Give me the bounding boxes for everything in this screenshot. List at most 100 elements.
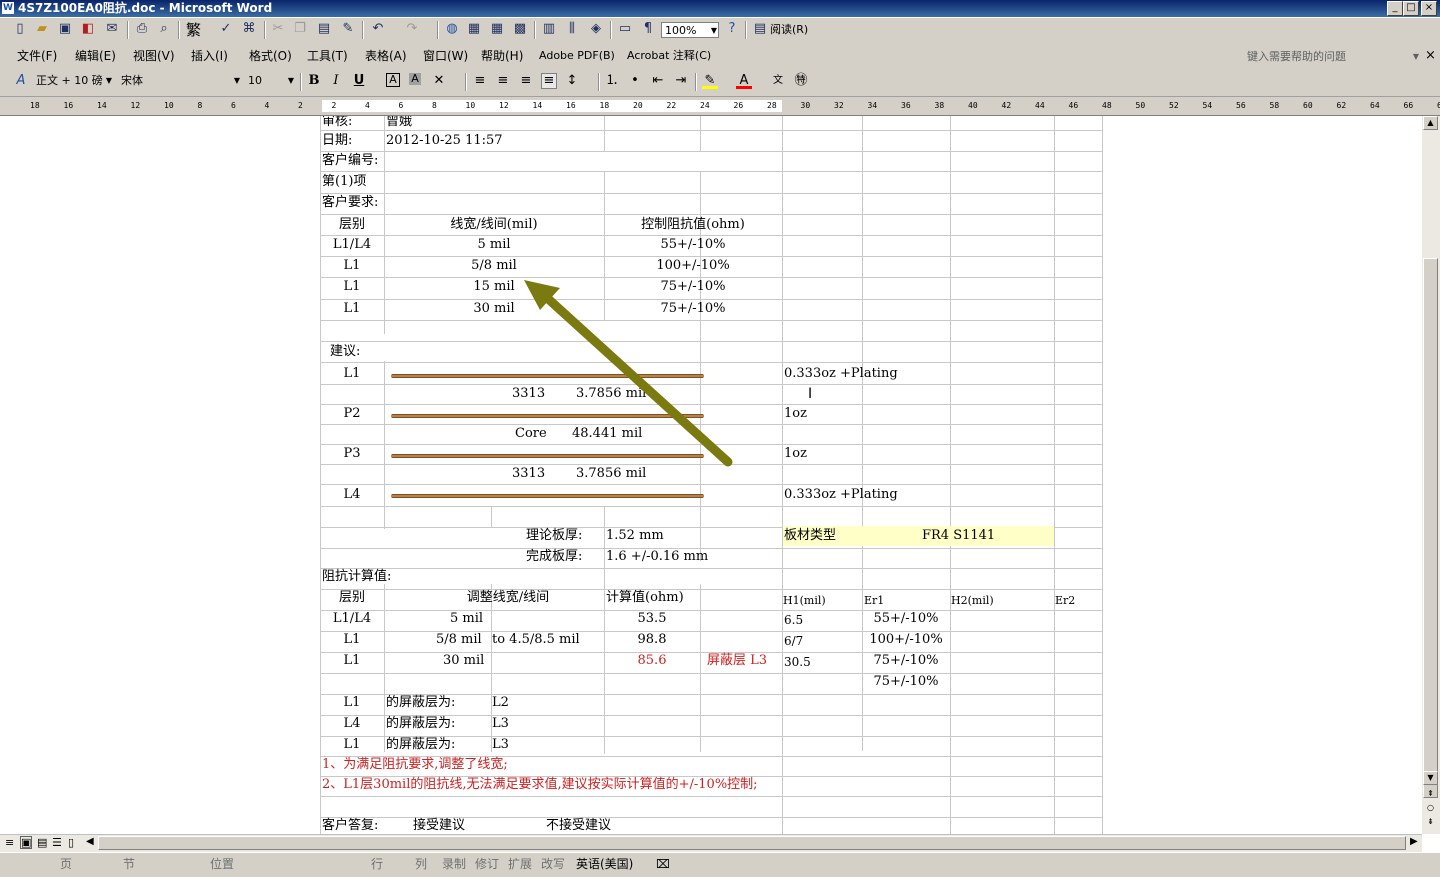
menu-edit[interactable]: 编辑(E) bbox=[75, 44, 116, 68]
reading-layout-button[interactable]: 阅读(R) bbox=[770, 21, 808, 39]
restore-button[interactable]: □ bbox=[1403, 1, 1419, 16]
open-folder-icon[interactable]: ▰ bbox=[34, 21, 50, 37]
italic-button[interactable]: I bbox=[328, 73, 344, 89]
menu-view[interactable]: 视图(V) bbox=[133, 44, 175, 68]
ruler-tick-label: 26 bbox=[733, 101, 744, 110]
align-right-icon[interactable]: ≡ bbox=[518, 73, 534, 89]
paste-icon[interactable]: ▤ bbox=[316, 21, 332, 37]
show-hide-icon[interactable]: ▭ bbox=[617, 21, 633, 37]
copy-icon[interactable]: ❐ bbox=[292, 21, 308, 37]
help-icon[interactable]: ? bbox=[724, 21, 740, 37]
document-map-icon[interactable]: ◈ bbox=[588, 21, 604, 37]
ruler-tick-label: 2 bbox=[331, 101, 337, 110]
print-preview-icon[interactable]: ⌕ bbox=[156, 21, 172, 37]
undo-icon[interactable]: ↶ bbox=[370, 21, 386, 37]
enclose-characters-icon[interactable]: ㊕ bbox=[793, 73, 809, 89]
research-icon[interactable]: ⌘ bbox=[241, 21, 257, 37]
next-page-icon[interactable]: ⇟ bbox=[1423, 816, 1438, 830]
ruler-tick-label: 4 bbox=[365, 101, 370, 110]
status-bar: 页 节 位置 行 列 录制 修订 扩展 改写 英语(美国) ⌧ bbox=[0, 852, 1440, 877]
font-combo[interactable]: 宋体 ▼ bbox=[117, 72, 242, 88]
spelling-status-icon[interactable]: ⌧ bbox=[656, 855, 670, 873]
columns-icon[interactable]: ▥ bbox=[541, 21, 557, 37]
scroll-down-icon[interactable]: ▼ bbox=[1423, 771, 1438, 785]
character-border-icon[interactable]: A bbox=[386, 73, 400, 87]
character-shading-icon[interactable]: A bbox=[409, 73, 421, 85]
align-left-icon[interactable]: ≡ bbox=[472, 73, 488, 89]
zoom-combo[interactable]: 100% ▼ bbox=[661, 22, 719, 38]
permission-icon[interactable]: ◧ bbox=[80, 21, 96, 37]
font-size-combo[interactable]: 10 ▼ bbox=[244, 72, 296, 88]
menu-acrobat-comments[interactable]: Acrobat 注释(C) bbox=[627, 44, 711, 68]
reading-view-icon[interactable]: ▯ bbox=[68, 836, 74, 849]
style-combo[interactable]: 正文 + 10 磅 ▼ bbox=[32, 72, 114, 88]
browse-object-icon[interactable]: ○ bbox=[1423, 802, 1438, 816]
bold-button[interactable]: B bbox=[306, 73, 322, 89]
insert-excel-icon[interactable]: ▩ bbox=[512, 21, 528, 37]
styles-icon[interactable]: A bbox=[13, 73, 29, 89]
menu-adobe-pdf[interactable]: Adobe PDF(B) bbox=[539, 44, 615, 68]
vertical-scrollbar[interactable]: ▲ ▼ ⇞ ○ ⇟ bbox=[1422, 116, 1440, 834]
scroll-left-icon[interactable]: ◀ bbox=[86, 836, 94, 847]
align-center-icon[interactable]: ≡ bbox=[495, 73, 511, 89]
menu-tools[interactable]: 工具(T) bbox=[307, 44, 348, 68]
scale-characters-icon[interactable]: ✕ bbox=[431, 73, 447, 89]
outline-view-icon[interactable]: ☰ bbox=[52, 836, 62, 849]
status-track-changes[interactable]: 修订 bbox=[475, 855, 499, 873]
hyperlink-icon[interactable]: ◍ bbox=[444, 21, 460, 37]
menu-help[interactable]: 帮助(H) bbox=[481, 44, 523, 68]
title-bar: W 4S7Z100EA0阻抗.doc - Microsoft Word _ □ … bbox=[0, 0, 1440, 17]
menu-table[interactable]: 表格(A) bbox=[365, 44, 407, 68]
scroll-up-icon[interactable]: ▲ bbox=[1423, 116, 1438, 130]
ruler-tick-label: 22 bbox=[666, 101, 677, 110]
close-button[interactable]: × bbox=[1421, 1, 1437, 16]
print-layout-icon[interactable]: ▤ bbox=[37, 836, 47, 849]
font-color-icon[interactable]: A bbox=[736, 73, 752, 89]
underline-button[interactable]: U bbox=[351, 73, 367, 89]
bullets-icon[interactable]: • bbox=[627, 73, 643, 89]
line-spacing-icon[interactable]: ↕ bbox=[564, 73, 580, 89]
drawing-icon[interactable]: ⫼ bbox=[564, 21, 580, 37]
justify-icon[interactable]: ≡ bbox=[541, 73, 557, 89]
format-painter-icon[interactable]: ✎ bbox=[340, 21, 356, 37]
new-document-icon[interactable]: ▯ bbox=[12, 21, 28, 37]
spelling-icon[interactable]: ✓ bbox=[218, 21, 234, 37]
web-layout-icon[interactable]: ▣ bbox=[20, 836, 32, 849]
hscroll-thumb[interactable] bbox=[98, 836, 1406, 850]
chevron-down-icon: ▼ bbox=[233, 76, 240, 85]
menu-file[interactable]: 文件(F) bbox=[17, 44, 57, 68]
email-icon[interactable]: ✉ bbox=[104, 21, 120, 37]
traditional-chinese-button[interactable]: 繁 bbox=[186, 21, 201, 39]
help-search-input[interactable]: 键入需要帮助的问题 ▼ bbox=[1243, 48, 1421, 64]
paragraph-mark-icon[interactable]: ¶ bbox=[640, 21, 656, 37]
scroll-right-icon[interactable]: ▶ bbox=[1410, 836, 1418, 847]
increase-indent-icon[interactable]: ⇥ bbox=[673, 73, 689, 89]
print-icon[interactable]: ⎙ bbox=[134, 21, 150, 37]
horizontal-ruler[interactable]: 18 16 14 12 10 8 6 4 2 2 4 6 8 10 12 14 16 18 20 22 24 26 28 30… bbox=[0, 97, 1440, 116]
scroll-thumb[interactable] bbox=[1423, 258, 1438, 798]
insert-table-icon[interactable]: ▦ bbox=[489, 21, 505, 37]
save-icon[interactable]: ▣ bbox=[57, 21, 73, 37]
highlight-icon[interactable]: ✎ bbox=[702, 73, 718, 89]
cut-icon[interactable]: ✂ bbox=[270, 21, 286, 37]
ruler-tick-label: 10 bbox=[164, 101, 174, 110]
tables-borders-icon[interactable]: ▦ bbox=[466, 21, 482, 37]
phonetic-guide-icon[interactable]: 文 bbox=[770, 73, 786, 89]
normal-view-icon[interactable]: ≡ bbox=[5, 836, 14, 849]
redo-icon[interactable]: ↷ bbox=[404, 21, 420, 37]
previous-page-icon[interactable]: ⇞ bbox=[1423, 788, 1438, 802]
horizontal-scrollbar[interactable]: ≡ ▣ ▤ ☰ ▯ ◀ ▶ bbox=[0, 834, 1422, 852]
status-record[interactable]: 录制 bbox=[442, 855, 466, 873]
status-language[interactable]: 英语(美国) bbox=[576, 855, 633, 873]
menu-window[interactable]: 窗口(W) bbox=[423, 44, 468, 68]
numbering-icon[interactable]: ⒈ bbox=[604, 73, 620, 89]
decrease-indent-icon[interactable]: ⇤ bbox=[650, 73, 666, 89]
status-overtype[interactable]: 改写 bbox=[541, 855, 565, 873]
close-document-button[interactable]: × bbox=[1425, 44, 1436, 68]
menu-format[interactable]: 格式(O) bbox=[249, 44, 292, 68]
document-area[interactable]: 审核: 曾娥 日期: 2012-10-25 11:57 客户编号: 第(1)项 … bbox=[0, 116, 1422, 834]
status-extend[interactable]: 扩展 bbox=[508, 855, 532, 873]
menu-insert[interactable]: 插入(I) bbox=[191, 44, 228, 68]
ruler-tick-label: 54 bbox=[1202, 101, 1213, 110]
minimize-button[interactable]: _ bbox=[1387, 1, 1403, 16]
